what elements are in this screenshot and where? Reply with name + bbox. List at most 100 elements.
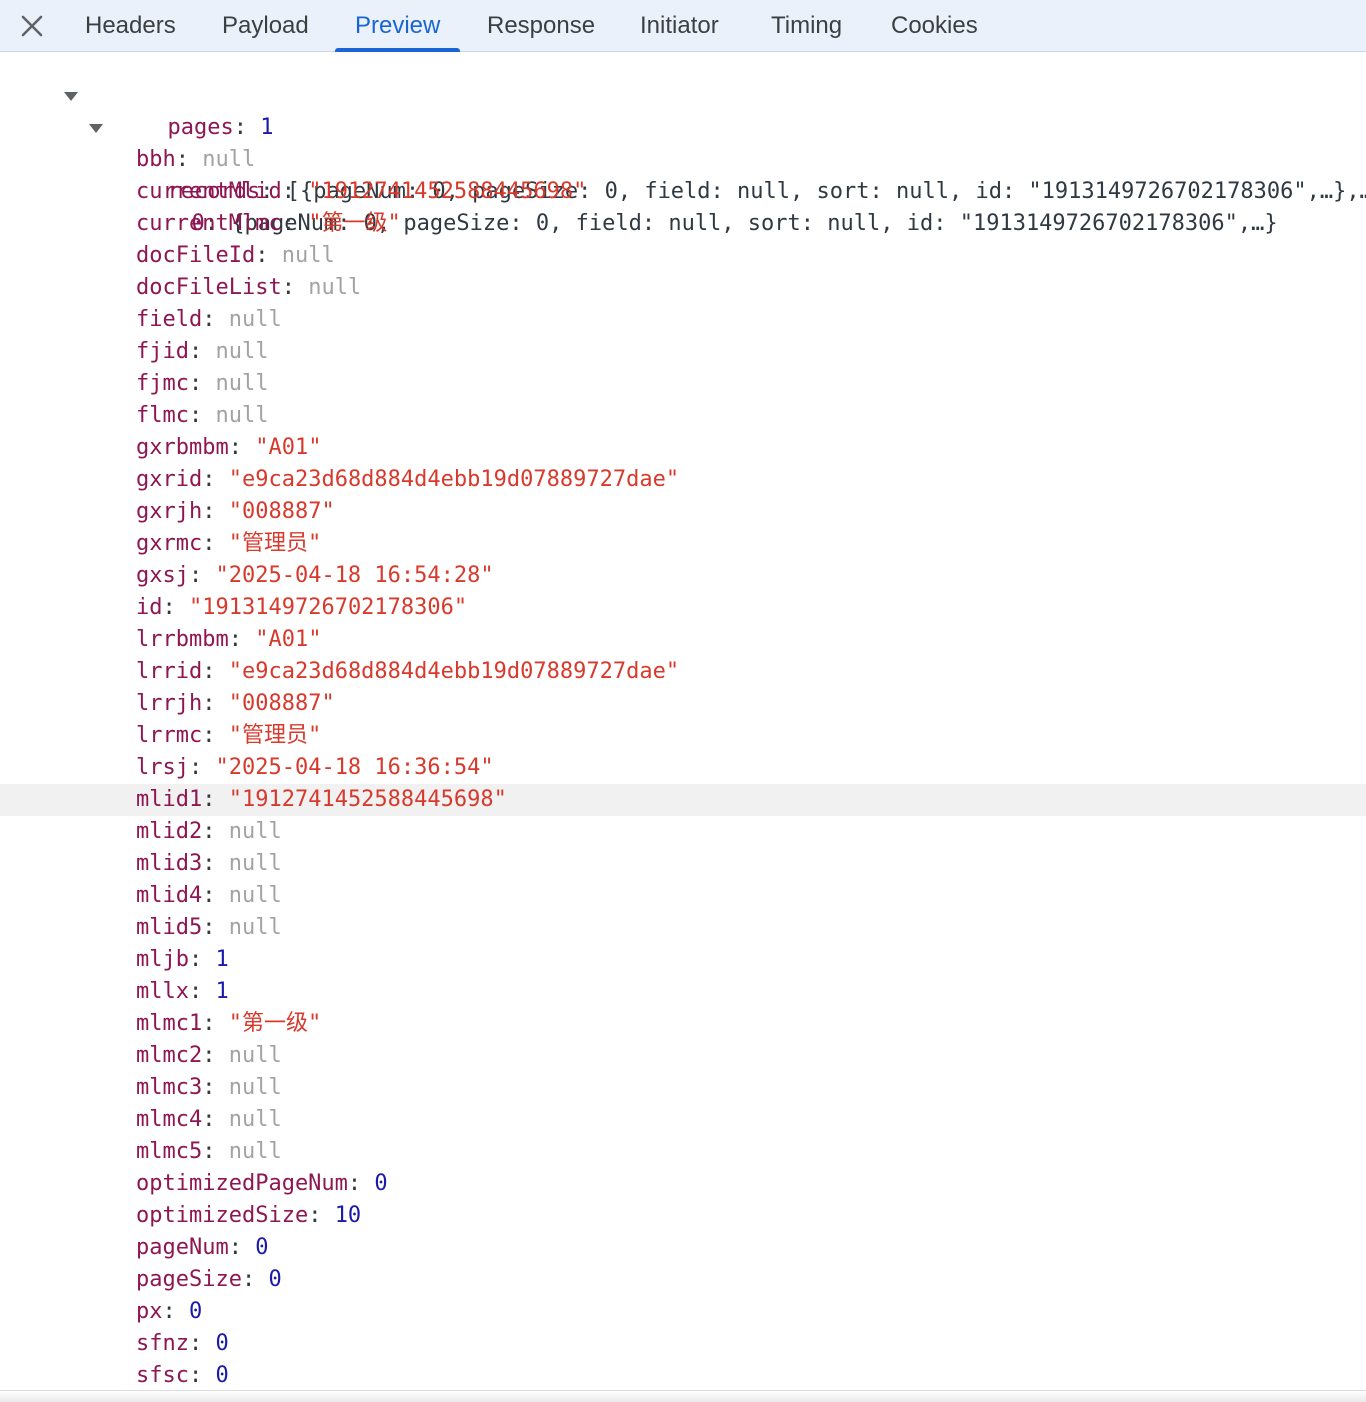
json-value: null [228,307,282,332]
tree-row-record-0[interactable]: 0: {pageNum: 0, pageSize: 0, field: null… [0,112,1366,236]
tab-headers[interactable]: Headers [85,0,176,52]
json-value: null [228,1139,282,1164]
tree-row-field: currentMlid: "1912741452588445698" [136,179,587,204]
tree-row-field: currentMlmc: "第一级" [136,211,401,236]
tab-preview[interactable]: Preview [334,0,461,52]
tree-row-field: pageNum: 0 [136,1235,269,1260]
tree-row-field: gxrmc: "管理员" [136,531,322,556]
tree-row-field: mljb: 1 [136,947,229,972]
json-key: mlid2 [136,819,203,844]
json-value: null [228,1075,282,1100]
json-value: null [215,339,269,364]
tab-payload[interactable]: Payload [222,0,309,52]
json-value: "2025-04-18 16:36:54" [215,755,494,780]
tree-row-field: docFileId: null [136,243,335,268]
tree-row-field: sfnz: 0 [136,1331,229,1356]
json-value: 0 [189,1299,203,1324]
json-value: "A01" [255,435,322,460]
json-value: "1913149726702178306" [189,595,468,620]
json-value: "第一级" [308,211,401,236]
json-key: gxrjh [136,499,203,524]
tree-row-field: lrrid: "e9ca23d68d884d4ebb19d07889727dae… [136,659,680,684]
json-value: "第一级" [228,1011,322,1036]
json-key: mlid4 [136,883,203,908]
tree-row-field: gxrbmbm: "A01" [136,435,322,460]
tab-timing[interactable]: Timing [771,0,842,52]
tree-row-field: gxsj: "2025-04-18 16:54:28" [136,563,494,588]
tree-row-field: mllx: 1 [136,979,229,1004]
expand-arrow-icon[interactable] [64,92,78,101]
json-value: 1 [215,979,229,1004]
tree-row-field: sfsc: 0 [136,1363,229,1388]
tree-row-field: docFileList: null [136,275,362,300]
tree-row-field: gxrjh: "008887" [136,499,335,524]
json-key: gxrbmbm [136,435,229,460]
tree-row-field: lrrjh: "008887" [136,691,335,716]
tree-row-field: gxrid: "e9ca23d68d884d4ebb19d07889727dae… [136,467,680,492]
tree-row-field: bbh: null [136,147,256,172]
tree-row-field: mlmc3: null [136,1075,282,1100]
json-value: "008887" [228,691,335,716]
scroll-edge [0,1390,1366,1402]
json-key: flmc [136,403,189,428]
close-icon[interactable] [14,8,50,44]
json-value: "008887" [228,499,335,524]
json-value: null [202,147,256,172]
json-key: docFileId [136,243,256,268]
tree-row-pages: pages: 1 [167,115,274,140]
json-value: null [228,1043,282,1068]
tree-row-field: mlmc2: null [136,1043,282,1068]
tree-row-field: id: "1913149726702178306" [136,595,468,620]
json-value: null [228,915,282,940]
json-key: currentMlid [136,179,282,204]
tree-row-field: optimizedPageNum: 0 [136,1171,388,1196]
json-key: bbh [136,147,176,172]
json-value: "e9ca23d68d884d4ebb19d07889727dae" [228,659,680,684]
json-value: "e9ca23d68d884d4ebb19d07889727dae" [228,467,680,492]
json-key: fjmc [136,371,189,396]
json-key: field [136,307,203,332]
json-value: null [281,243,335,268]
expand-arrow-icon[interactable] [89,124,103,133]
json-key: mlmc5 [136,1139,203,1164]
tree-row-field: lrsj: "2025-04-18 16:36:54" [136,755,494,780]
json-key: gxrmc [136,531,203,556]
json-value: 0 [215,1363,229,1388]
json-key: fjid [136,339,189,364]
tree-row-field: mlmc4: null [136,1107,282,1132]
json-value: 0 [255,1235,269,1260]
json-key: mljb [136,947,189,972]
json-key: lrrid [136,659,203,684]
json-key: pageSize [136,1267,242,1292]
json-key: lrrjh [136,691,203,716]
json-value: "1912741452588445698" [308,179,587,204]
tree-row-field: mlmc5: null [136,1139,282,1164]
tree-row-field: flmc: null [136,403,269,428]
tree-row-field: pageSize: 0 [136,1267,282,1292]
tree-row-field: lrrbmbm: "A01" [136,627,322,652]
json-value: 0 [215,1331,229,1356]
json-key: mlid3 [136,851,203,876]
json-key: docFileList [136,275,282,300]
json-key: gxrid [136,467,203,492]
json-key: mlmc3 [136,1075,203,1100]
json-key: mlmc4 [136,1107,203,1132]
json-value: 0 [374,1171,388,1196]
json-key: pageNum [136,1235,229,1260]
json-key: mllx [136,979,189,1004]
json-key: optimizedPageNum [136,1171,348,1196]
tab-cookies[interactable]: Cookies [891,0,978,52]
json-value: "管理员" [228,531,322,556]
json-key: mlid5 [136,915,203,940]
json-value: 0 [268,1267,282,1292]
tab-initiator[interactable]: Initiator [640,0,719,52]
tree-row-records[interactable]: records: [{pageNum: 0, pageSize: 0, fiel… [0,80,1366,204]
tree-row-field: px: 0 [136,1299,203,1324]
json-value: null [228,883,282,908]
json-key: lrsj [136,755,189,780]
tree-row-field: mlid4: null [136,883,282,908]
json-value: "管理员" [228,723,322,748]
tree-row-field: fjid: null [136,339,269,364]
json-value: null [228,819,282,844]
tab-response[interactable]: Response [487,0,595,52]
